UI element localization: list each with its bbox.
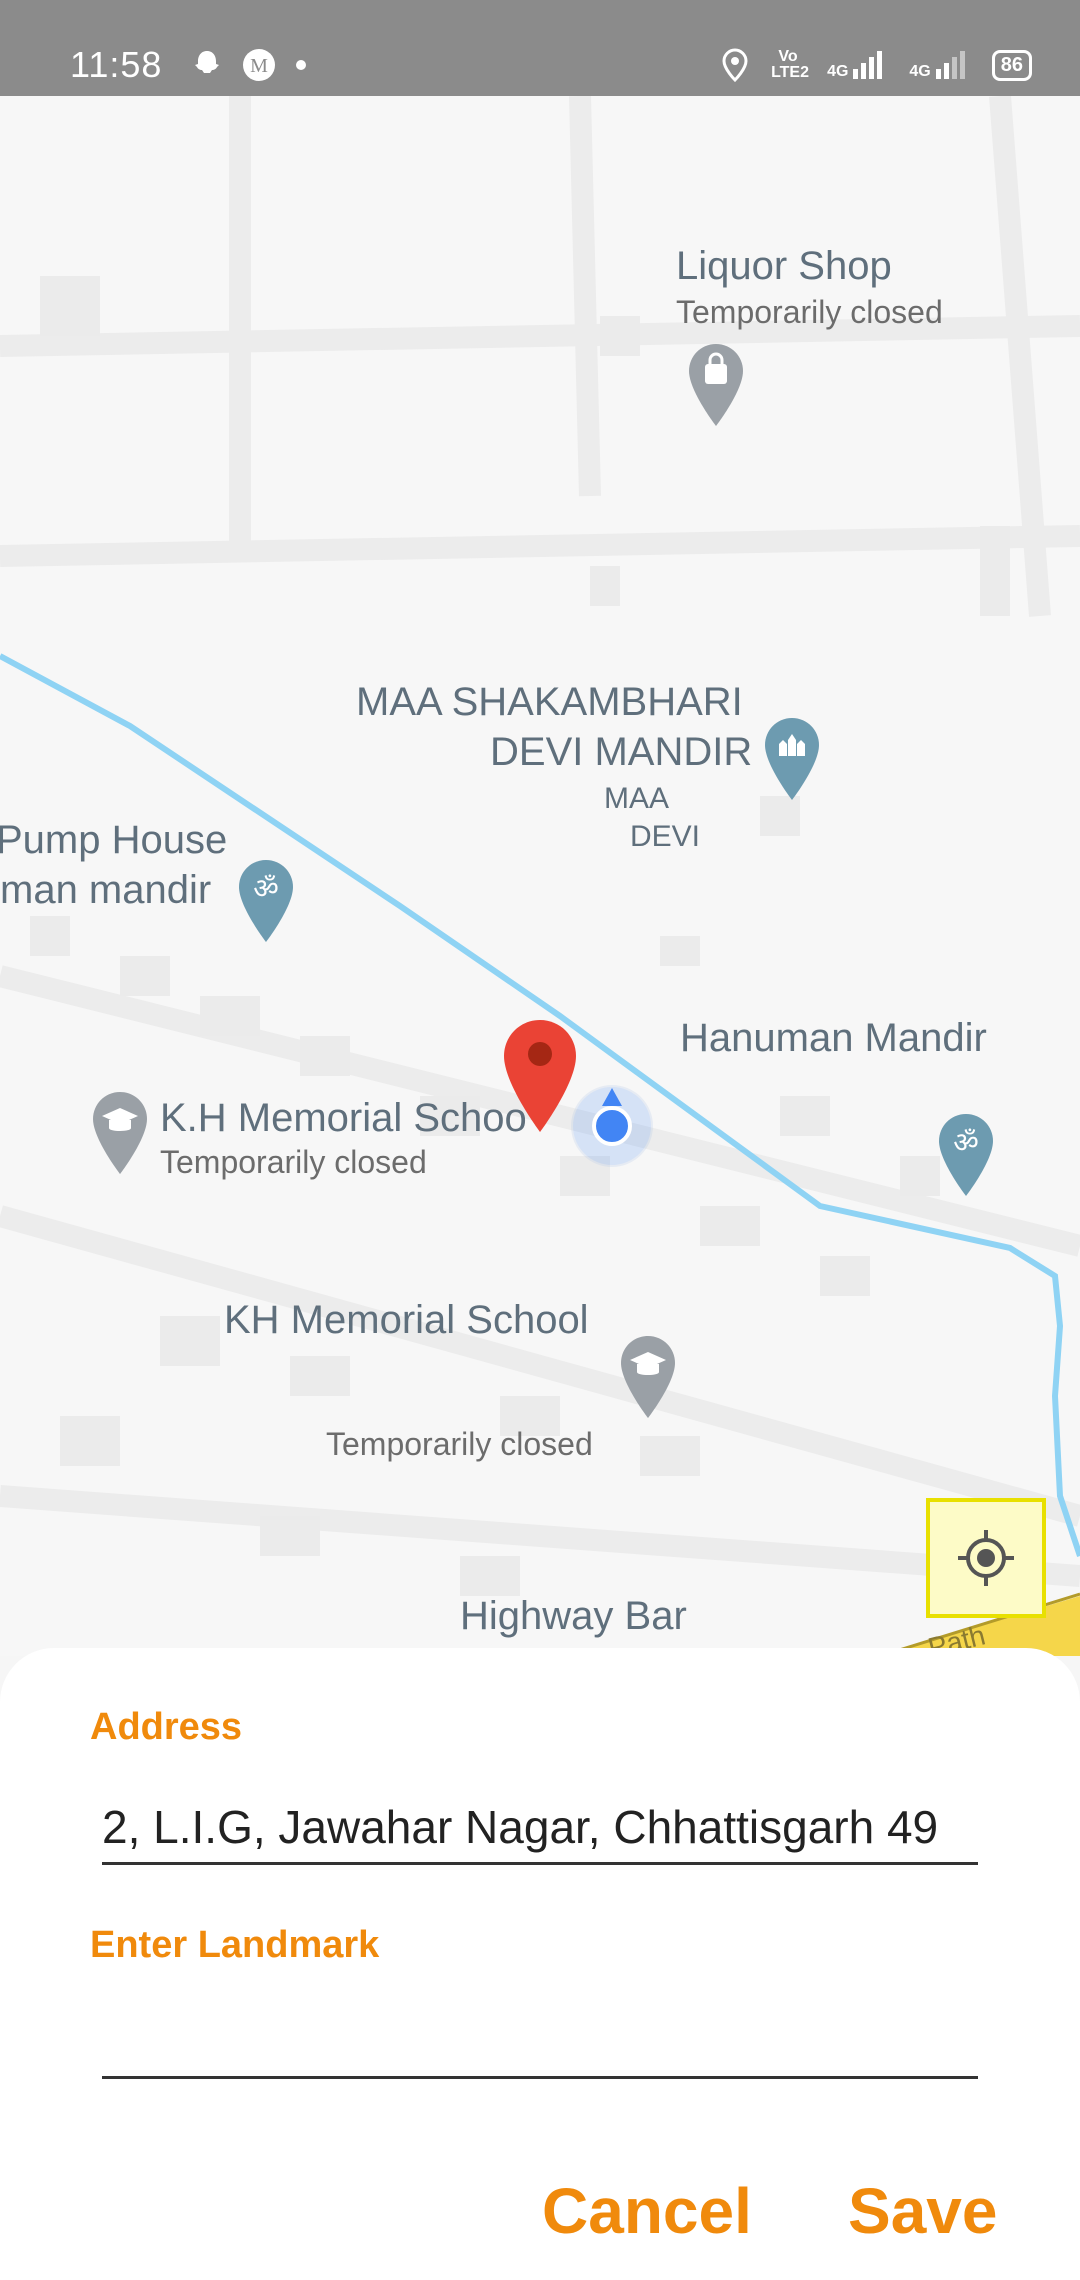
location-status-icon <box>722 48 748 82</box>
address-label: Address <box>90 1706 243 1748</box>
snapchat-icon <box>195 51 219 73</box>
poi-kh-school-1-status: Temporarily closed <box>160 1144 427 1180</box>
dot-icon <box>296 60 306 70</box>
poi-highway-bar-title[interactable]: Highway Bar <box>460 1594 687 1639</box>
svg-text:M: M <box>250 55 268 77</box>
landmark-input[interactable] <box>102 2008 978 2079</box>
signal-icon: 4G <box>827 49 887 81</box>
poi-kh-school-1-title[interactable]: K.H Memorial Schoo <box>160 1096 527 1141</box>
school-pin-icon[interactable] <box>90 1090 150 1176</box>
battery-level: 86 <box>1000 53 1023 76</box>
om-pin-icon[interactable]: ॐ <box>236 858 296 944</box>
status-bar: 11:58 M Vo LTE2 4G 4G 86 <box>0 0 1080 96</box>
temple-pin-icon[interactable] <box>762 716 822 802</box>
notification-icons: M <box>190 48 308 82</box>
my-location-dot-icon <box>571 1085 653 1167</box>
poi-maa-mandir-title-1[interactable]: MAA SHAKAMBHARI <box>356 680 743 725</box>
signal-icon-2: 4G <box>909 49 969 81</box>
volte-label: Vo LTE2 <box>771 48 809 81</box>
save-button[interactable]: Save <box>848 2174 997 2248</box>
landmark-label: Enter Landmark <box>90 1924 380 1966</box>
poi-pump-house-line1[interactable]: Pump House <box>0 818 227 863</box>
poi-kh-school-2-title[interactable]: KH Memorial School <box>224 1298 589 1343</box>
poi-maa-mandir-sub-2: DEVI <box>630 820 701 853</box>
battery-icon: 86 <box>991 49 1032 81</box>
poi-pump-house-line2[interactable]: man mandir <box>0 868 211 913</box>
poi-liquor-shop-status: Temporarily closed <box>676 294 943 330</box>
my-location-button[interactable] <box>926 1498 1046 1618</box>
shopping-bag-pin-icon[interactable] <box>686 342 746 428</box>
address-input[interactable] <box>102 1800 978 1865</box>
poi-kh-school-2-status: Temporarily closed <box>326 1426 593 1462</box>
map-view[interactable]: Liquor Shop Temporarily closed MAA SHAKA… <box>0 96 1080 1656</box>
om-pin-icon[interactable]: ॐ <box>936 1112 996 1198</box>
status-time: 11:58 <box>70 44 163 85</box>
cancel-button[interactable]: Cancel <box>542 2174 752 2248</box>
poi-hanuman-mandir-title[interactable]: Hanuman Mandir <box>680 1016 987 1061</box>
gps-target-icon <box>958 1530 1014 1586</box>
gmail-icon: M <box>243 49 275 81</box>
poi-liquor-shop-title[interactable]: Liquor Shop <box>676 244 892 289</box>
poi-maa-mandir-sub-1: MAA <box>604 782 670 815</box>
school-pin-icon[interactable] <box>618 1334 678 1420</box>
status-right-icons: Vo LTE2 4G 4G 86 <box>721 48 1032 82</box>
svg-text:ॐ: ॐ <box>253 872 279 905</box>
address-sheet: Address Enter Landmark Cancel Save <box>0 1648 1080 2280</box>
poi-maa-mandir-title-2[interactable]: DEVI MANDIR <box>490 730 752 775</box>
svg-text:ॐ: ॐ <box>953 1126 979 1159</box>
